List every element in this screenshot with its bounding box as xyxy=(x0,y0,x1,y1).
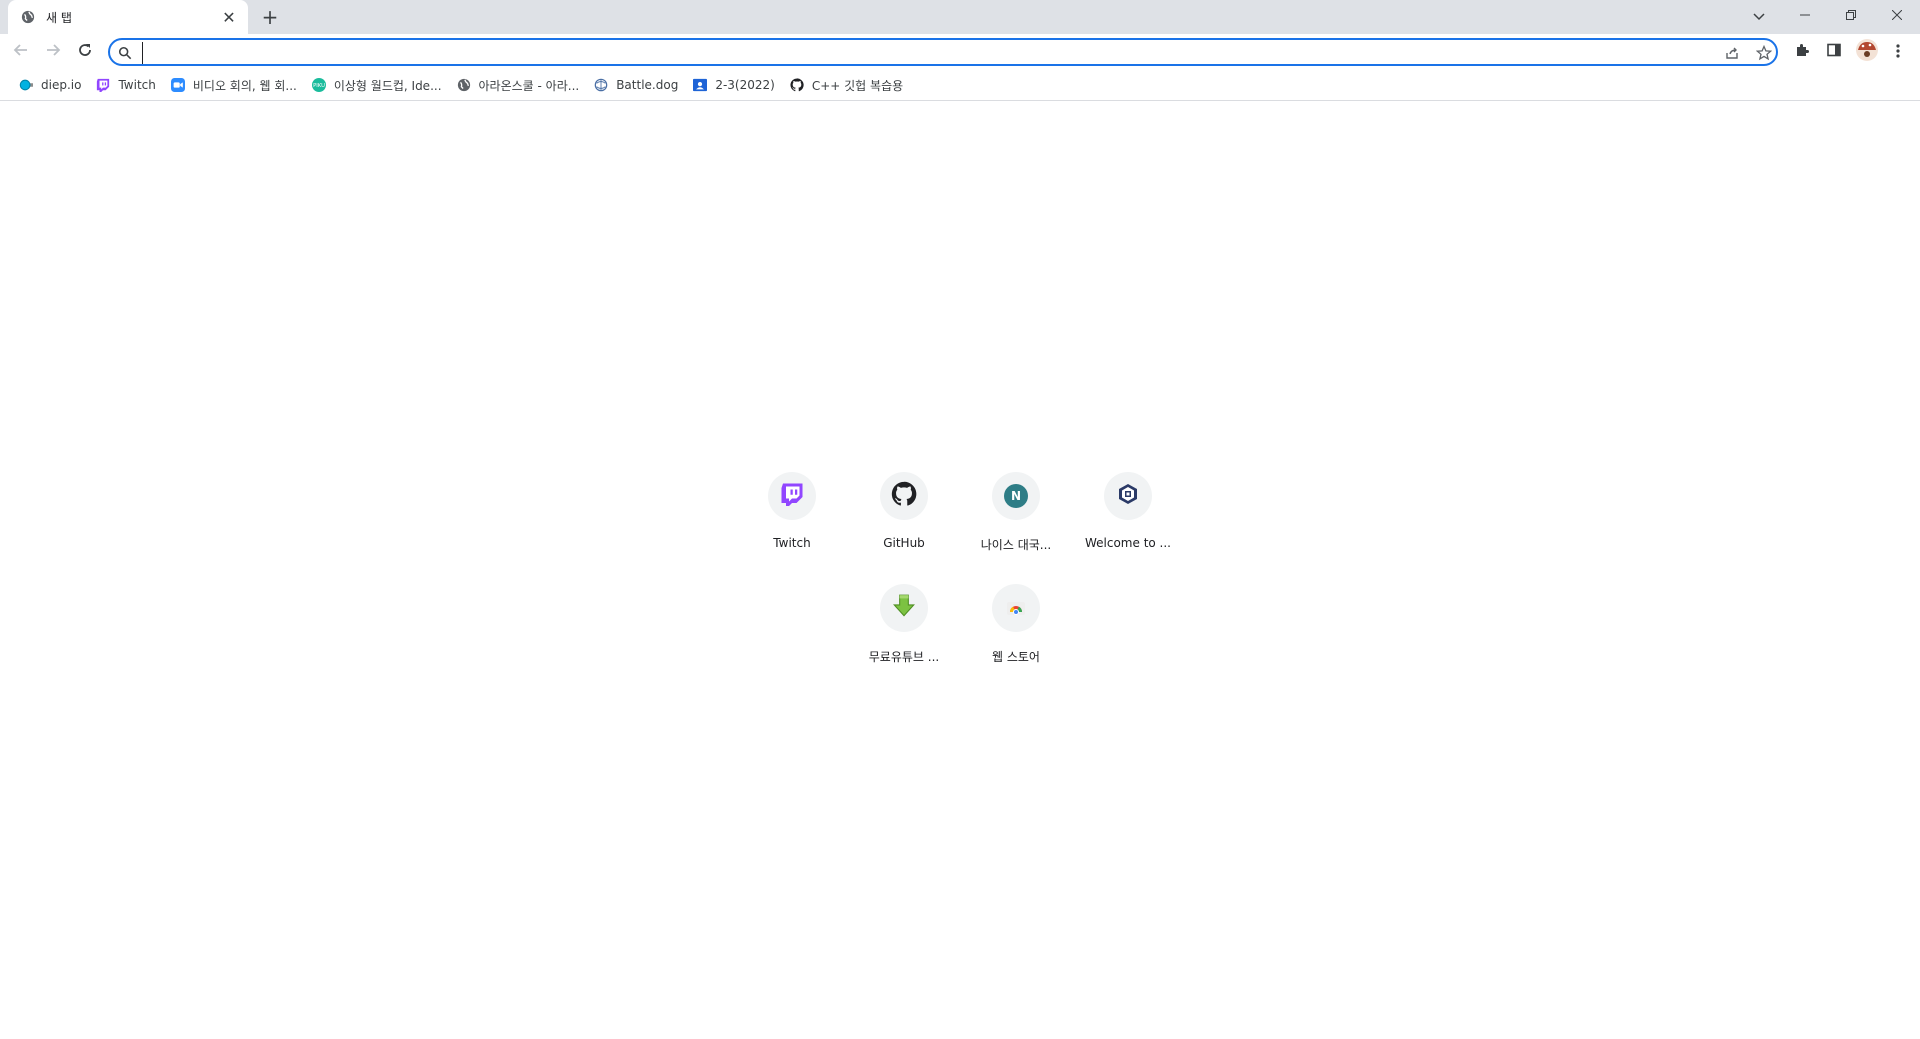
tab-close-button[interactable]: ✕ xyxy=(220,8,238,27)
bookmark-classroom[interactable]: 2-3(2022) xyxy=(686,73,781,97)
bookmark-piku[interactable]: PIKU 이상형 월드컵, Ide... xyxy=(305,73,448,97)
more-vert-icon xyxy=(1896,43,1900,62)
shortcut-label: Twitch xyxy=(773,536,811,550)
shortcut-neis[interactable]: N 나이스 대국... xyxy=(960,466,1072,566)
piku-icon: PIKU xyxy=(311,77,327,93)
zoom-icon xyxy=(170,77,186,93)
shortcut-icon-container xyxy=(768,472,816,520)
bookmark-label: Twitch xyxy=(118,78,156,92)
bookmark-label: 아라온스쿨 - 아라... xyxy=(478,78,580,93)
back-button[interactable] xyxy=(8,39,34,65)
bookmark-label: 비디오 회의, 웹 회... xyxy=(192,78,297,93)
reload-button[interactable] xyxy=(72,39,98,65)
chevron-down-icon xyxy=(1753,6,1765,25)
bookmarks-bar: diep.io Twitch 비디오 회의, 웹 회... PIKU 이상형 월… xyxy=(0,70,1920,101)
forward-button[interactable] xyxy=(40,39,66,65)
search-icon xyxy=(118,45,134,61)
tab-strip: 새 탭 ✕ + xyxy=(0,0,1920,34)
tab-search-button[interactable] xyxy=(1745,3,1773,27)
reload-icon xyxy=(77,42,93,62)
shortcut-free-youtube[interactable]: 무료유튜브 ... xyxy=(848,578,960,678)
bookmark-twitch[interactable]: Twitch xyxy=(89,73,161,97)
minimize-button[interactable] xyxy=(1782,0,1828,30)
webstore-icon xyxy=(1004,594,1028,622)
welcome-icon xyxy=(1116,482,1140,510)
svg-text:PIKU: PIKU xyxy=(313,83,325,89)
shortcut-label: 무료유튜브 ... xyxy=(868,650,940,664)
shortcut-github[interactable]: GitHub xyxy=(848,466,960,566)
close-window-button[interactable] xyxy=(1874,0,1920,30)
tab-new-tab[interactable]: 새 탭 ✕ xyxy=(8,0,248,34)
shortcut-label: 웹 스토어 xyxy=(992,650,1040,664)
address-bar[interactable] xyxy=(108,38,1778,66)
shortcut-icon-container xyxy=(1104,472,1152,520)
github-icon xyxy=(789,77,805,93)
shortcut-icon-container xyxy=(880,472,928,520)
globe-icon xyxy=(20,9,36,25)
bookmark-label: C++ 깃헙 복습용 xyxy=(811,78,904,93)
bookmark-label: Battle.dog xyxy=(616,78,679,92)
bookmark-label: diep.io xyxy=(41,78,82,92)
shortcut-welcome[interactable]: Welcome to ... xyxy=(1072,466,1184,566)
avatar xyxy=(1856,39,1878,65)
arrow-right-icon xyxy=(45,42,61,62)
extensions-button[interactable] xyxy=(1791,41,1813,63)
bookmark-github[interactable]: C++ 깃헙 복습용 xyxy=(783,73,909,97)
battledog-icon xyxy=(593,77,609,93)
bookmark-diep[interactable]: diep.io xyxy=(12,73,87,97)
profile-avatar[interactable] xyxy=(1855,39,1879,65)
shortcut-icon-container: N xyxy=(992,472,1040,520)
tab-title: 새 탭 xyxy=(46,10,72,25)
neis-letter: N xyxy=(1010,489,1022,503)
restore-button[interactable] xyxy=(1828,0,1874,30)
side-panel-button[interactable] xyxy=(1823,41,1845,63)
bookmark-araon[interactable]: 아라온스쿨 - 아라... xyxy=(450,73,586,97)
twitch-icon xyxy=(95,77,111,93)
neis-icon: N xyxy=(1004,484,1028,508)
arrow-left-icon xyxy=(13,42,29,62)
github-icon xyxy=(891,481,917,511)
shortcut-twitch[interactable]: Twitch xyxy=(736,466,848,566)
shortcut-webstore[interactable]: 웹 스토어 xyxy=(960,578,1072,678)
bookmark-label: 2-3(2022) xyxy=(715,78,775,92)
menu-button[interactable] xyxy=(1887,41,1909,63)
new-tab-button[interactable]: + xyxy=(258,5,282,29)
bookmark-star-icon[interactable] xyxy=(1754,43,1774,63)
classroom-icon xyxy=(692,77,708,93)
globe-icon xyxy=(456,77,472,93)
shortcut-label: 나이스 대국... xyxy=(980,538,1052,552)
address-input[interactable] xyxy=(142,42,1707,64)
bookmark-label: 이상형 월드컵, Ide... xyxy=(333,78,442,93)
shortcut-icon-container xyxy=(992,584,1040,632)
toolbar xyxy=(0,34,1920,70)
shortcut-label: GitHub xyxy=(883,536,925,550)
download-arrow-icon xyxy=(891,593,917,623)
bookmark-zoom[interactable]: 비디오 회의, 웹 회... xyxy=(164,73,303,97)
share-icon[interactable] xyxy=(1722,43,1742,63)
puzzle-icon xyxy=(1794,42,1810,62)
diep-icon xyxy=(18,77,34,93)
twitch-icon xyxy=(780,482,804,510)
window-controls xyxy=(1782,0,1920,30)
shortcut-icon-container xyxy=(880,584,928,632)
side-panel-icon xyxy=(1826,42,1842,62)
shortcut-label: Welcome to ... xyxy=(1084,536,1171,550)
bookmark-battledog[interactable]: Battle.dog xyxy=(587,73,684,97)
